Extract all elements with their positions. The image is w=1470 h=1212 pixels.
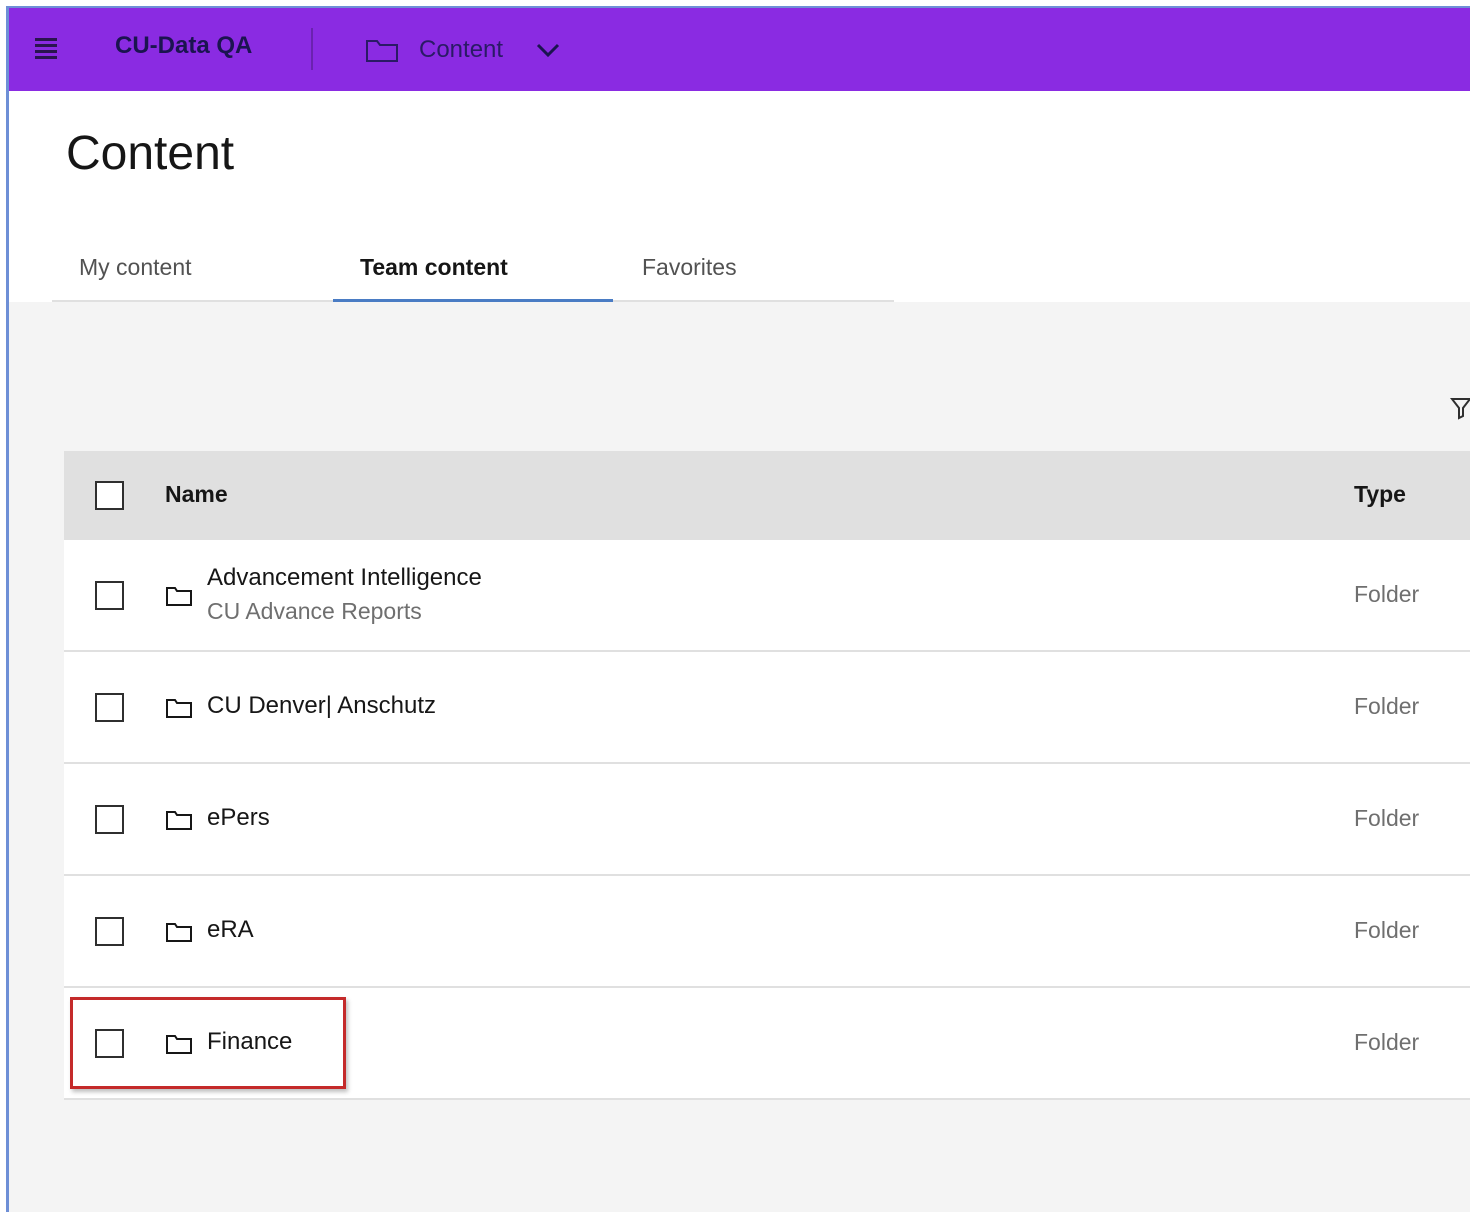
folder-icon xyxy=(166,923,192,942)
app-header: CU-Data QA Content xyxy=(9,8,1470,91)
row-description: CU Advance Reports xyxy=(207,598,422,624)
select-all-checkbox[interactable] xyxy=(95,481,124,510)
folder-icon xyxy=(166,699,192,718)
row-type: Folder xyxy=(1354,693,1420,719)
table-row[interactable]: CU Denver| Anschutz Folder xyxy=(64,652,1470,764)
row-checkbox[interactable] xyxy=(95,805,124,834)
app-frame: CU-Data QA Content Content My content Te… xyxy=(0,0,1470,1212)
table-row[interactable]: ePers Folder xyxy=(64,764,1470,876)
hamburger-menu-icon[interactable] xyxy=(35,38,57,59)
row-type: Folder xyxy=(1354,581,1420,607)
content-nav-dropdown[interactable]: Content xyxy=(365,30,561,70)
row-checkbox[interactable] xyxy=(95,581,124,610)
table-header: Name Type xyxy=(64,451,1470,540)
row-name[interactable]: Advancement Intelligence xyxy=(207,564,482,592)
filter-icon[interactable] xyxy=(1450,396,1470,420)
row-checkbox[interactable] xyxy=(95,693,124,722)
content-tabs: My content Team content Favorites xyxy=(52,240,894,302)
row-name[interactable]: Finance xyxy=(207,1028,292,1056)
tab-favorites[interactable]: Favorites xyxy=(615,240,895,302)
table-row[interactable]: Advancement Intelligence CU Advance Repo… xyxy=(64,540,1470,652)
row-name[interactable]: ePers xyxy=(207,804,270,832)
row-checkbox[interactable] xyxy=(95,1029,124,1058)
chevron-down-icon xyxy=(537,43,560,58)
folder-icon xyxy=(166,1035,192,1054)
row-type: Folder xyxy=(1354,917,1420,943)
content-nav-label: Content xyxy=(419,36,504,63)
tab-my-content[interactable]: My content xyxy=(52,240,332,302)
row-type: Folder xyxy=(1354,805,1420,831)
row-checkbox[interactable] xyxy=(95,917,124,946)
column-header-name[interactable]: Name xyxy=(165,481,228,508)
table-row[interactable]: eRA Folder xyxy=(64,876,1470,988)
column-header-type[interactable]: Type xyxy=(1354,481,1406,508)
page-title: Content xyxy=(66,127,235,180)
row-name[interactable]: CU Denver| Anschutz xyxy=(207,692,436,720)
folder-icon xyxy=(166,811,192,830)
app-title[interactable]: CU-Data QA xyxy=(115,32,252,60)
tab-team-content[interactable]: Team content xyxy=(333,240,613,302)
content-table: Name Type Advancement Intelligence CU Ad… xyxy=(64,451,1470,1100)
folder-icon xyxy=(366,40,398,62)
row-name[interactable]: eRA xyxy=(207,916,254,944)
folder-icon xyxy=(166,587,192,606)
header-divider xyxy=(311,28,313,70)
table-row[interactable]: Finance Folder xyxy=(64,988,1470,1100)
row-type: Folder xyxy=(1354,1029,1420,1055)
